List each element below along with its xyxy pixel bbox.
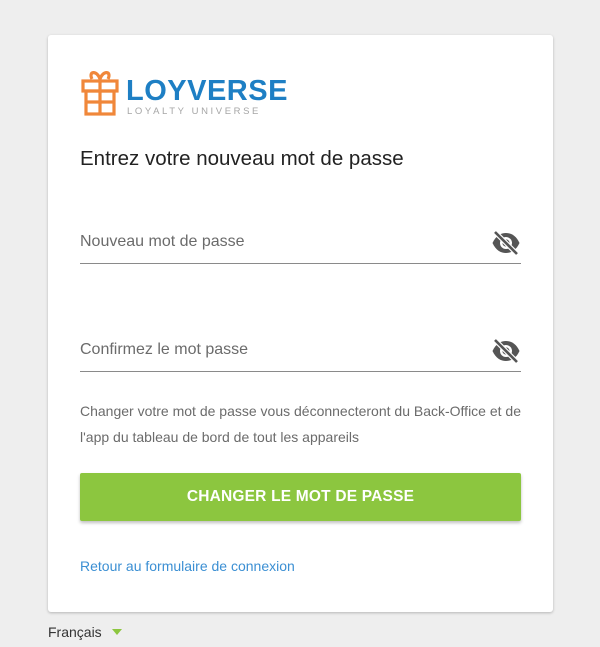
language-selector[interactable]: Français <box>48 624 122 640</box>
change-password-button[interactable]: CHANGER LE MOT DE PASSE <box>80 473 521 521</box>
eye-off-icon[interactable] <box>491 230 521 256</box>
caret-down-icon <box>111 629 122 635</box>
gift-box-icon <box>81 71 119 116</box>
confirm-password-field <box>80 329 521 372</box>
reset-password-card: LOYVERSE LOYALTY UNIVERSE Entrez votre n… <box>48 35 553 612</box>
language-label: Français <box>48 624 102 640</box>
brand-name: LOYVERSE <box>126 75 288 107</box>
loyverse-logo: LOYVERSE LOYALTY UNIVERSE <box>80 68 288 118</box>
new-password-field <box>80 221 521 264</box>
new-password-input[interactable] <box>80 221 480 263</box>
logout-warning-text: Changer votre mot de passe vous déconnec… <box>80 403 521 445</box>
confirm-password-input[interactable] <box>80 329 480 371</box>
back-to-login-link[interactable]: Retour au formulaire de connexion <box>80 558 295 574</box>
page-title: Entrez votre nouveau mot de passe <box>80 147 404 170</box>
logo-text: LOYVERSE LOYALTY UNIVERSE <box>126 68 288 117</box>
brand-tagline: LOYALTY UNIVERSE <box>127 106 261 117</box>
eye-off-icon[interactable] <box>491 338 521 364</box>
